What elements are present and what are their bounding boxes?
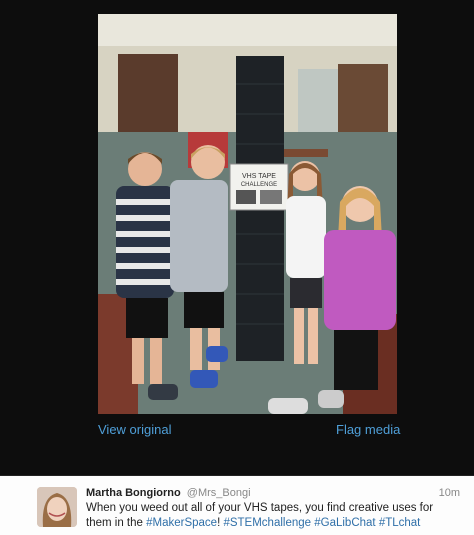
author-handle[interactable]: @Mrs_Bongi (187, 487, 251, 499)
window-back (298, 69, 338, 139)
author-name[interactable]: Martha Bongiorno (86, 487, 181, 499)
kid-1-shorts (126, 298, 168, 338)
media-viewer: VHS TAPE CHALLENGE View original Flag me… (0, 0, 474, 535)
kid-1-leg-left (132, 338, 144, 384)
kid-1-sandals (148, 384, 178, 400)
view-original-link[interactable]: View original (98, 422, 171, 437)
kid-3-leg-right (308, 308, 318, 364)
bookshelf-right (338, 64, 388, 134)
kid-4-shoe-right (318, 390, 344, 408)
sign-picture-2 (260, 190, 282, 204)
kid-1-leg-right (150, 338, 162, 384)
tweet-text: When you weed out all of your VHS tapes,… (86, 501, 460, 531)
photo-illustration: VHS TAPE CHALLENGE (98, 14, 397, 414)
kid-2-leg-left (190, 328, 202, 370)
author-line: Martha Bongiorno @Mrs_Bongi (86, 487, 251, 499)
kid-2-sneaker-right (206, 346, 228, 362)
kid-3-shorts (290, 278, 322, 308)
flag-media-link[interactable]: Flag media (336, 422, 400, 437)
kid-2-shirt (170, 180, 228, 292)
kid-3-shirt (286, 196, 326, 278)
kid-2-face (191, 145, 225, 179)
tweet-photo[interactable]: VHS TAPE CHALLENGE (98, 14, 397, 414)
avatar-image (37, 487, 77, 527)
kid-4-leggings (334, 330, 378, 390)
library-ceiling (98, 14, 397, 46)
kid-4-shirt (324, 230, 396, 330)
sign-subtitle: CHALLENGE (241, 182, 277, 188)
tweet-card: Martha Bongiorno @Mrs_Bongi 10m When you… (0, 475, 474, 535)
bookshelf-left (118, 54, 178, 134)
hashtag-tlchat[interactable]: #TLchat (379, 517, 421, 529)
tweet-timestamp[interactable]: 10m (439, 487, 460, 499)
hashtag-makerspace[interactable]: #MakerSpace (146, 517, 217, 529)
sign-picture (236, 190, 256, 204)
hashtag-stemchallenge[interactable]: #STEMchallenge (223, 517, 311, 529)
sign-title: VHS TAPE (242, 173, 276, 180)
kid-2-sneakers (190, 370, 218, 388)
kid-4-shoes (268, 398, 308, 414)
kid-2-shorts (184, 292, 224, 328)
avatar[interactable] (37, 487, 77, 527)
kid-3-leg-left (294, 308, 304, 364)
hashtag-galibchat[interactable]: #GaLibChat (314, 517, 375, 529)
